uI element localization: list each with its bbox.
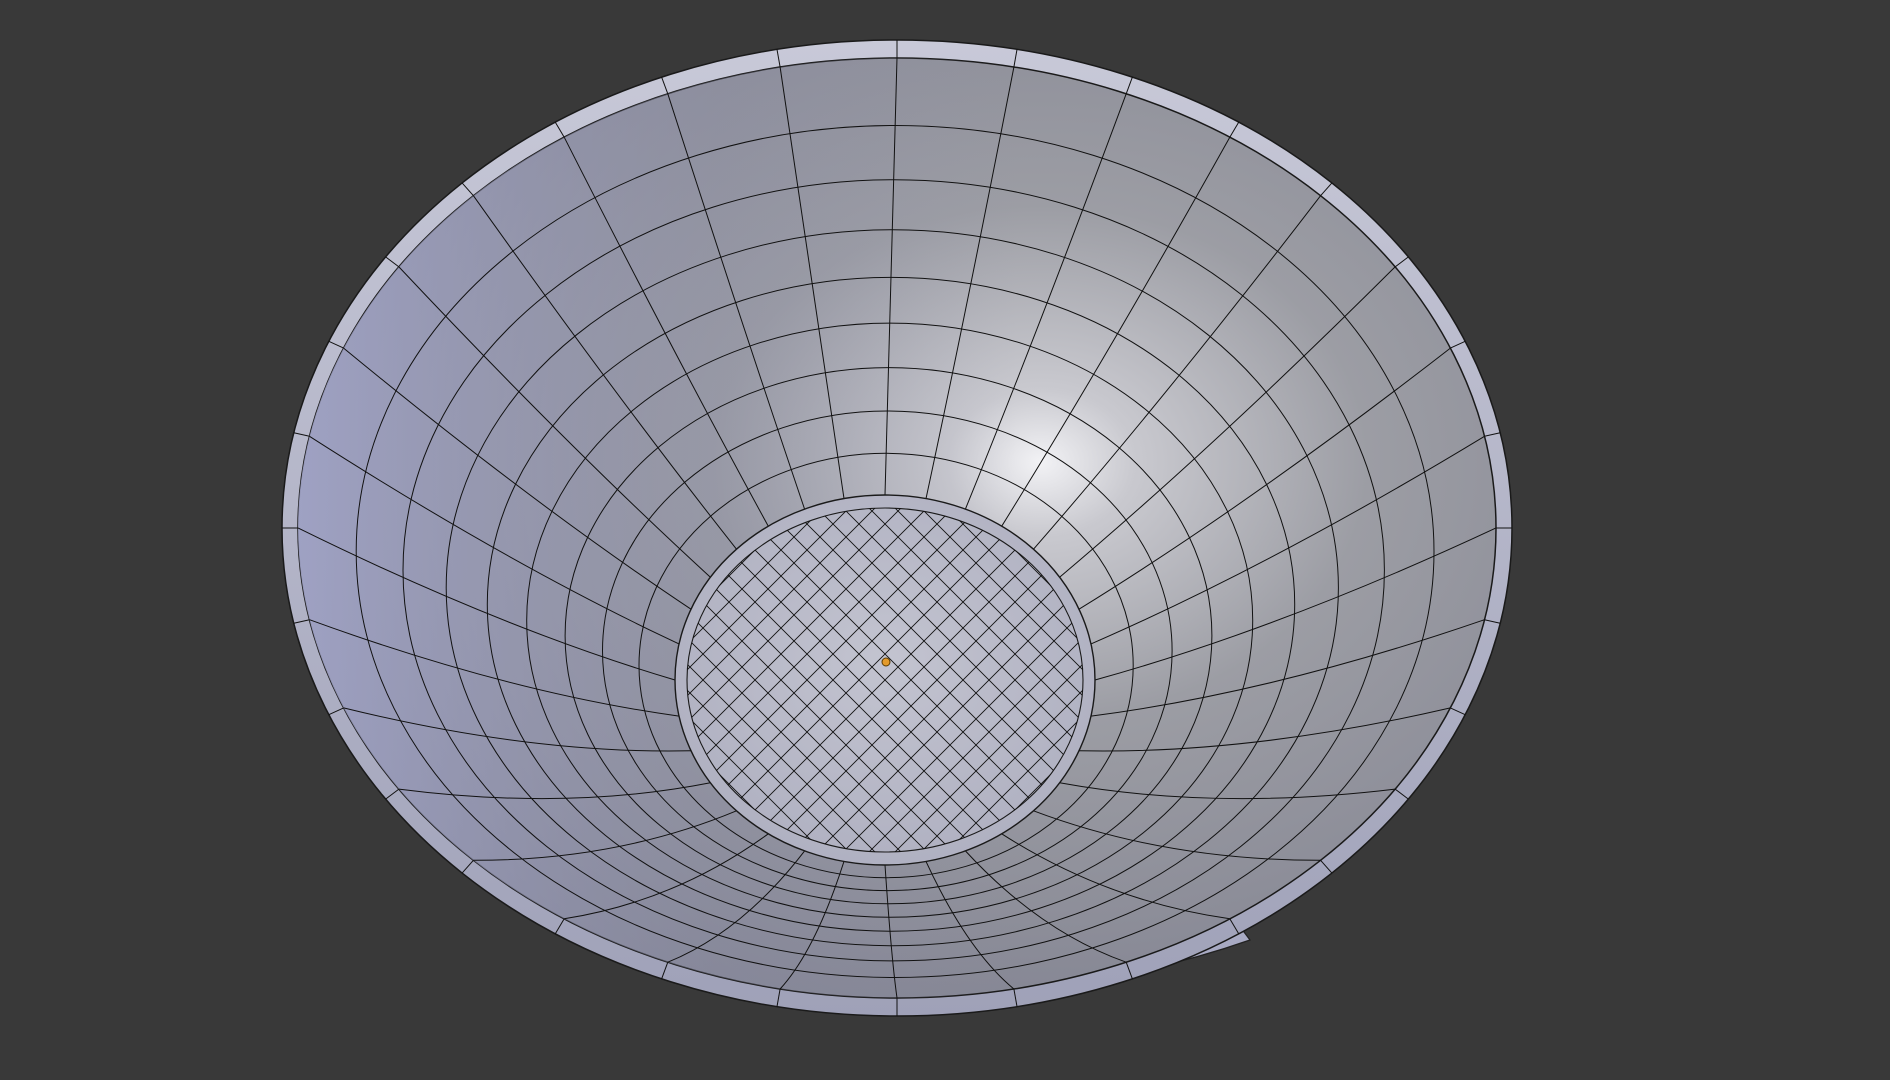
object-origin-marker[interactable] xyxy=(881,657,891,667)
3d-viewport[interactable] xyxy=(0,0,1890,1080)
viewport-canvas[interactable] xyxy=(0,0,1890,1080)
